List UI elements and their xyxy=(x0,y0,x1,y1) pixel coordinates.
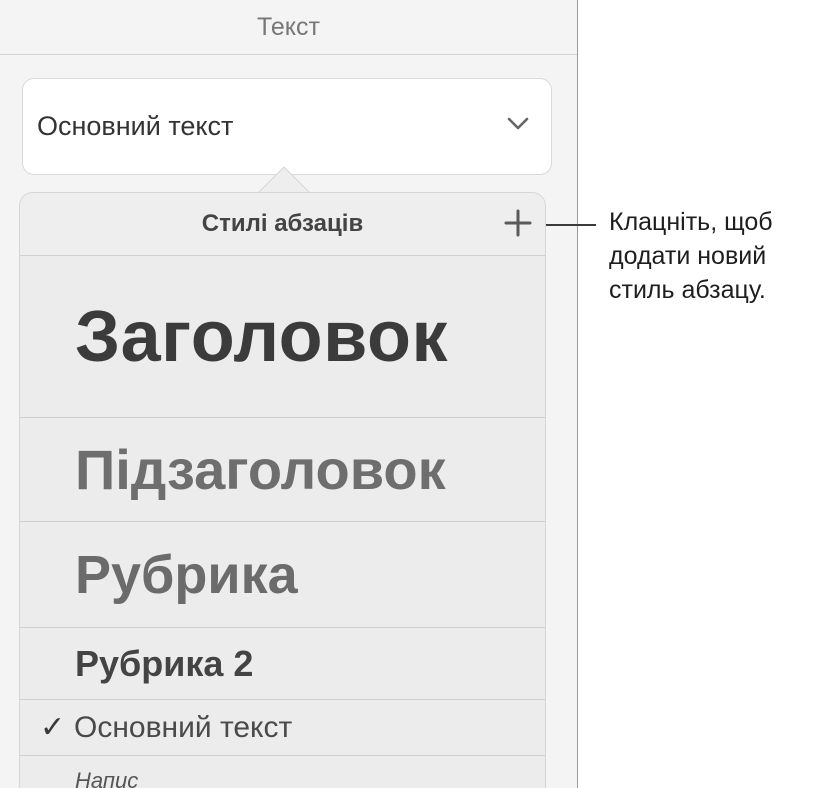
callout-line-3: стиль абзацу. xyxy=(609,276,766,304)
style-item-heading[interactable]: Заголовок xyxy=(20,256,545,418)
panel-title: Текст xyxy=(0,0,577,55)
style-item-body-text[interactable]: ✓ Основний текст xyxy=(20,700,545,756)
popover-title: Стилі абзаців xyxy=(201,210,364,237)
style-item-label: Заголовок xyxy=(75,296,448,377)
popover-arrow xyxy=(257,166,311,195)
style-item-label: Рубрика 2 xyxy=(75,642,254,684)
chevron-down-icon xyxy=(507,117,529,130)
text-format-panel: Текст Основний текст Стилі абзаців Загол… xyxy=(0,0,578,788)
paragraph-style-selector[interactable]: Основний текст xyxy=(22,78,552,175)
callout-leader-line xyxy=(546,224,596,226)
current-style-label: Основний текст xyxy=(37,111,234,141)
style-item-label: Рубрика xyxy=(75,544,298,605)
popover-header: Стилі абзаців xyxy=(20,193,545,256)
style-item-caption[interactable]: Напис xyxy=(20,756,545,788)
style-item-subheading[interactable]: Підзаголовок xyxy=(20,418,545,522)
panel-title-label: Текст xyxy=(257,12,320,41)
paragraph-styles-popover: Стилі абзаців Заголовок Підзаголовок Руб… xyxy=(19,192,546,788)
plus-icon[interactable] xyxy=(503,208,533,238)
style-item-label: Основний текст xyxy=(74,710,293,744)
checkmark-icon: ✓ xyxy=(40,711,66,744)
callout-annotation: Клацніть, щоб додати новий стиль абзацу. xyxy=(609,205,809,307)
callout-line-2: додати новий xyxy=(609,242,767,270)
style-item-label: Напис xyxy=(75,768,139,788)
style-item-rubric[interactable]: Рубрика xyxy=(20,522,545,628)
style-item-label: Підзаголовок xyxy=(75,438,446,501)
style-item-rubric-2[interactable]: Рубрика 2 xyxy=(20,628,545,700)
callout-line-1: Клацніть, щоб xyxy=(609,208,773,236)
